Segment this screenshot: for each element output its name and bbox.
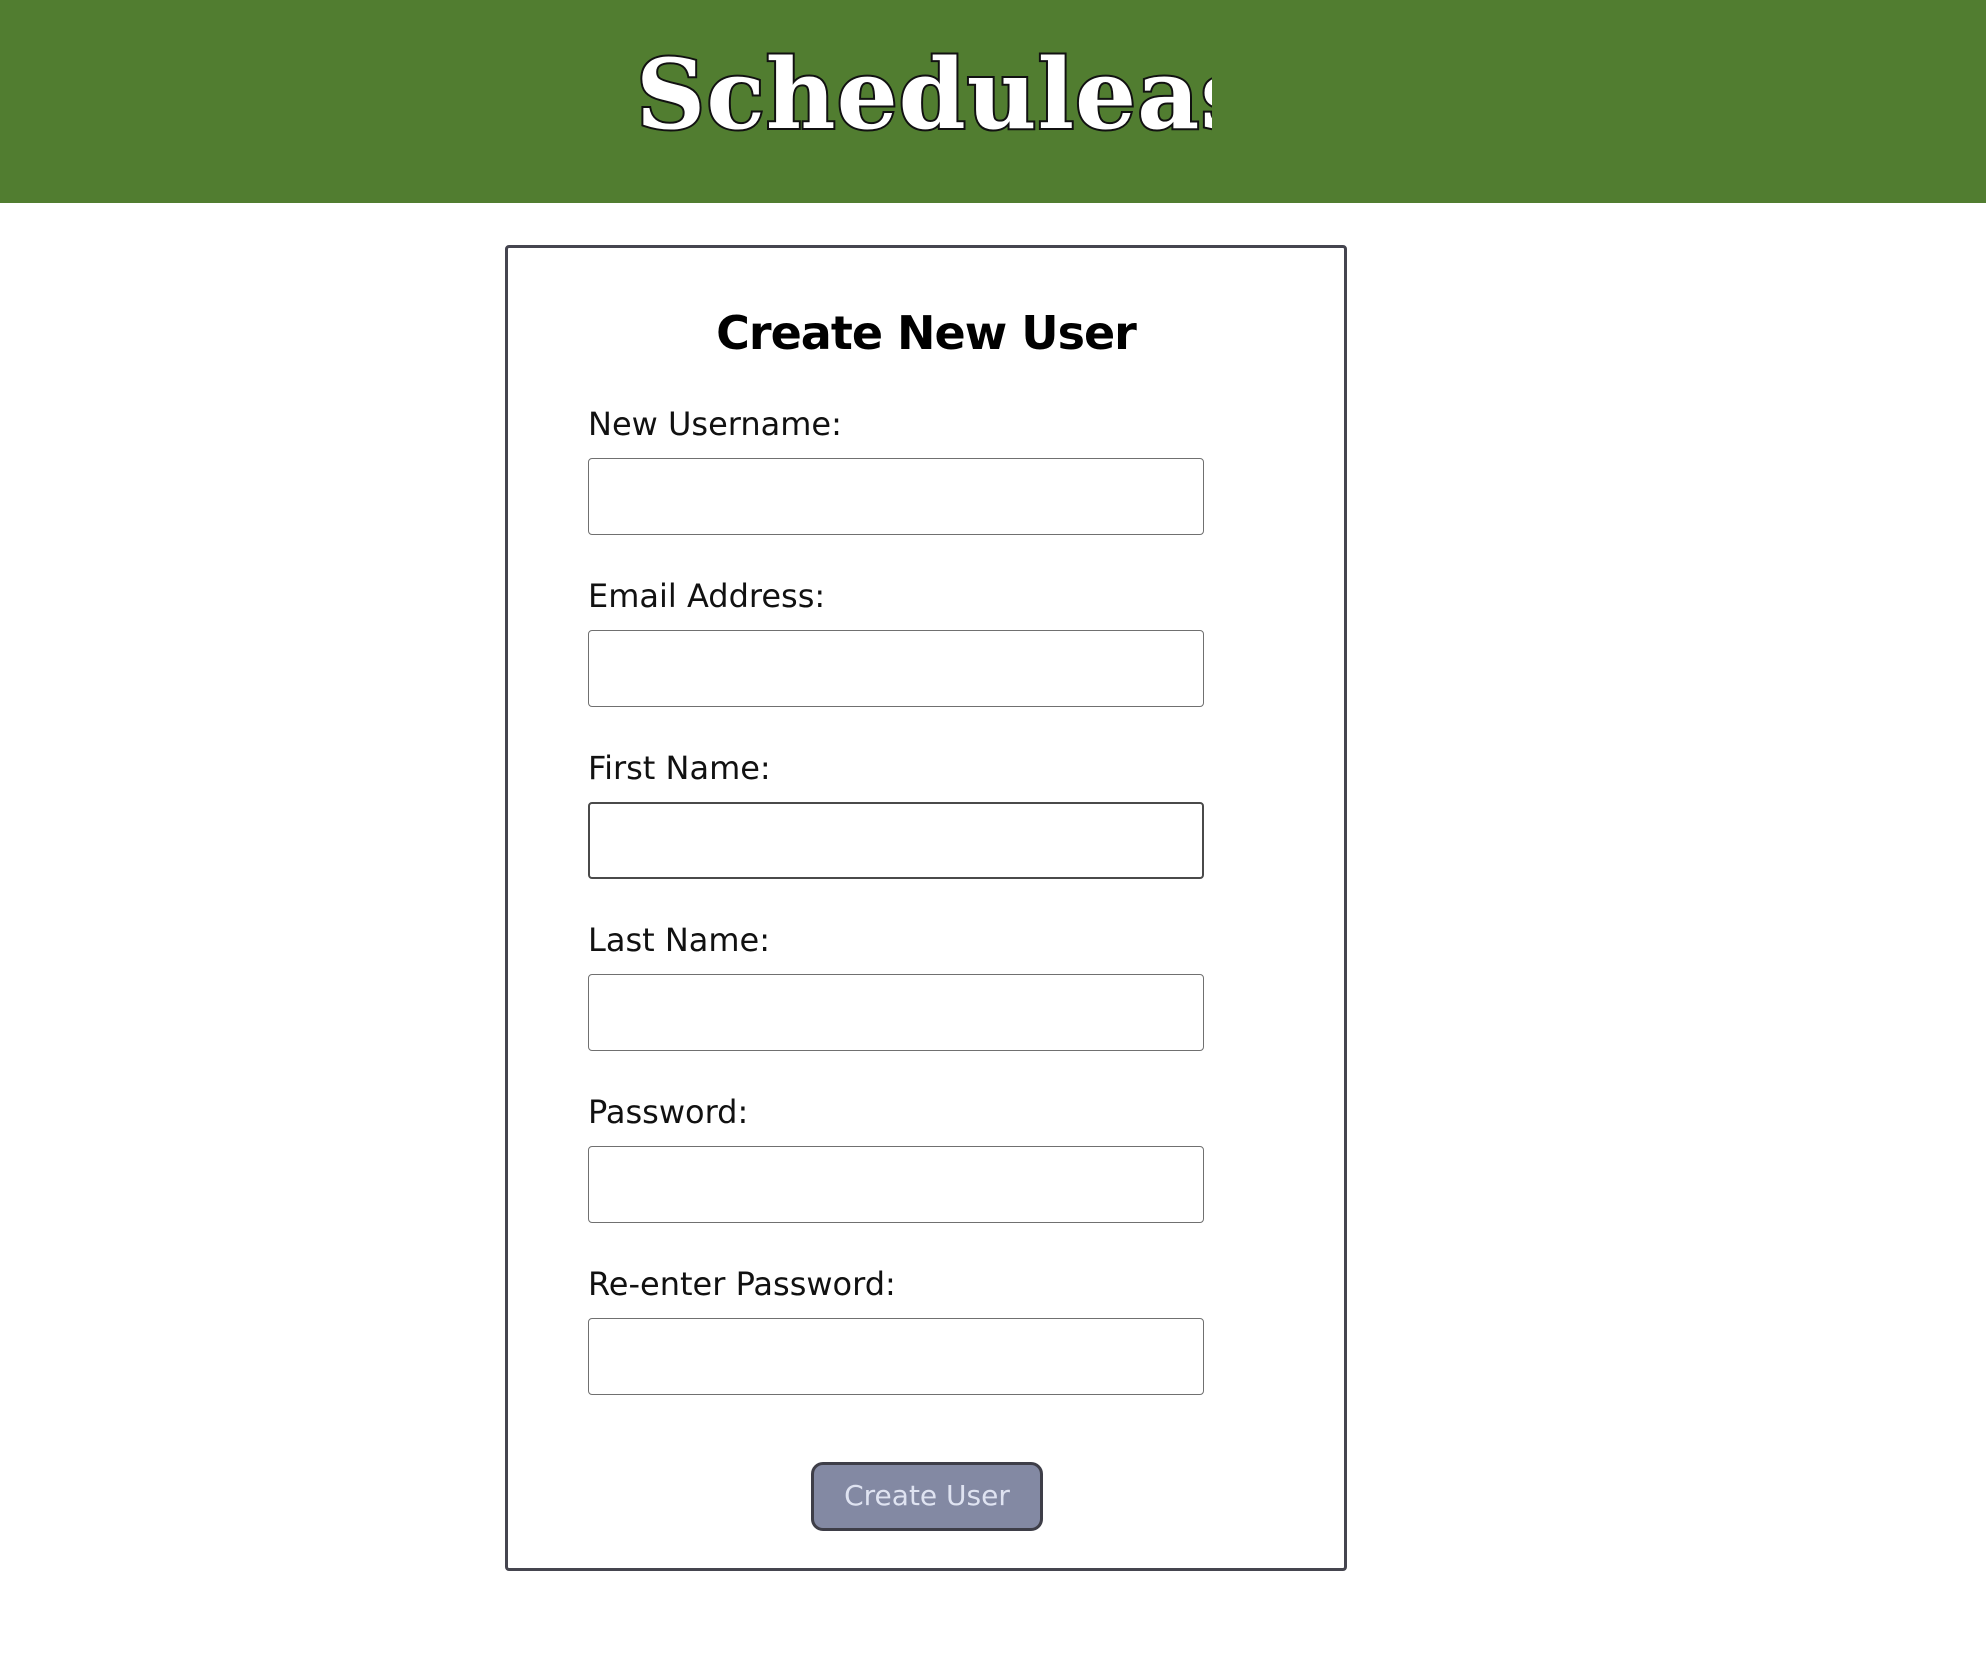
email-input[interactable] <box>588 630 1204 707</box>
confirm-password-label: Re-enter Password: <box>588 1265 896 1303</box>
last-name-input[interactable] <box>588 974 1204 1051</box>
form-title: Create New User <box>716 306 1137 360</box>
app-logo[interactable]: Schedulease <box>632 36 1212 146</box>
last-name-label: Last Name: <box>588 921 771 959</box>
username-input[interactable] <box>588 458 1204 535</box>
logo-wordmark: Schedulease <box>634 36 1212 146</box>
form-title-container: Create New User <box>505 298 1347 368</box>
header-bar: Schedulease <box>0 0 1986 203</box>
password-input[interactable] <box>588 1146 1204 1223</box>
create-user-button[interactable]: Create User <box>811 1462 1043 1531</box>
first-name-input[interactable] <box>588 802 1204 879</box>
password-label: Password: <box>588 1093 749 1131</box>
first-name-label: First Name: <box>588 749 771 787</box>
confirm-password-input[interactable] <box>588 1318 1204 1395</box>
logo-text: Schedulease <box>636 38 1212 146</box>
email-label: Email Address: <box>588 577 826 615</box>
username-label: New Username: <box>588 405 842 443</box>
